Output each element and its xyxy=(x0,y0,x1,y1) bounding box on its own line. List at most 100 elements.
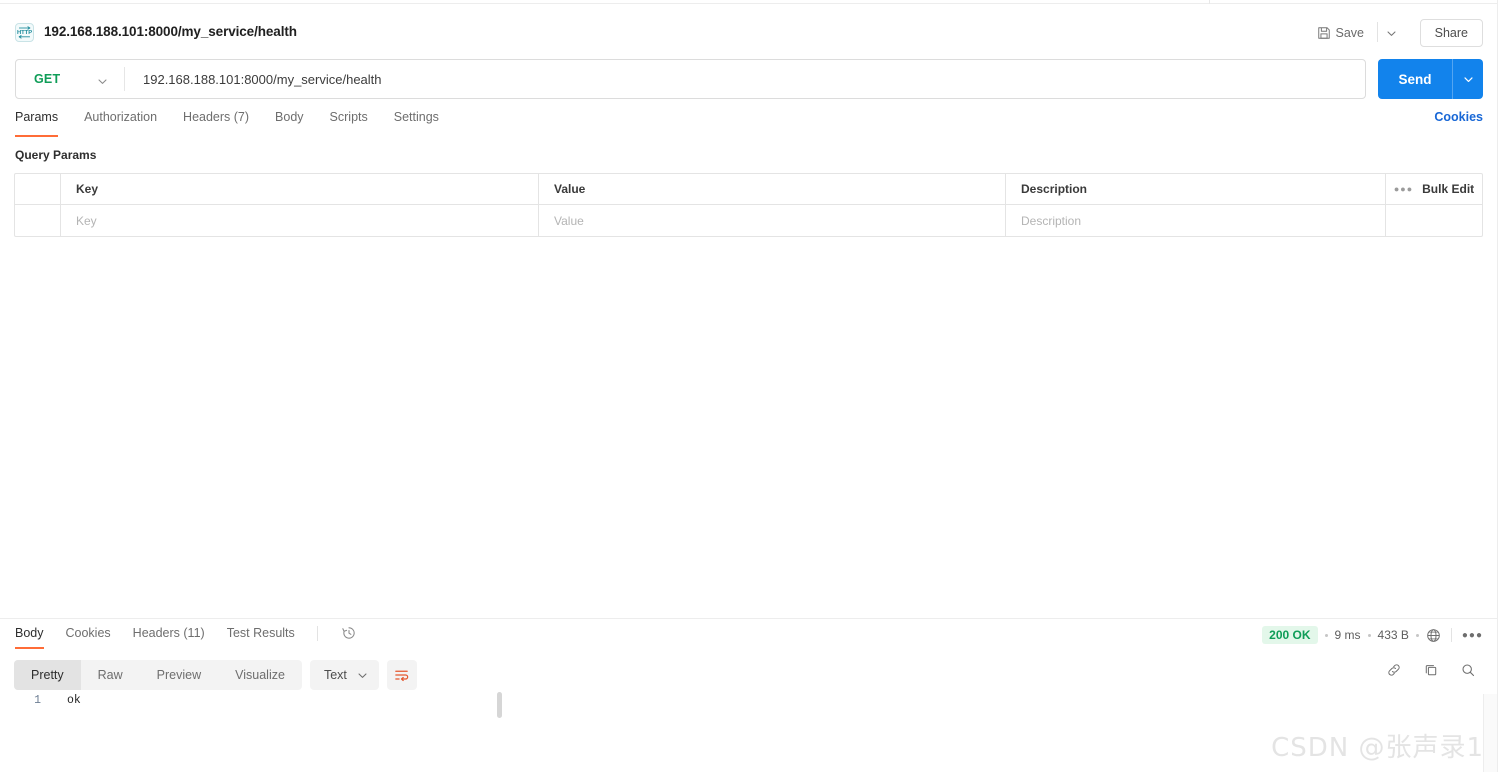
table-header-row: Key Value Description ●●● Bulk Edit xyxy=(15,174,1482,205)
tab-authorization-label: Authorization xyxy=(84,110,158,124)
response-pane-divider xyxy=(0,618,1498,619)
meta-separator-dot xyxy=(1324,633,1328,637)
query-params-table: Key Value Description ●●● Bulk Edit Key … xyxy=(14,173,1483,237)
svg-text:HTTP: HTTP xyxy=(17,30,32,36)
postman-request-window: HTTP 192.168.188.101:8000/my_service/hea… xyxy=(0,0,1498,772)
url-input[interactable] xyxy=(125,60,1365,98)
tab-body[interactable]: Body xyxy=(275,110,304,137)
http-protocol-icon: HTTP xyxy=(15,23,34,42)
url-bar-row: GET Send xyxy=(15,59,1483,99)
view-mode-raw[interactable]: Raw xyxy=(81,660,140,690)
tab-strip-border xyxy=(0,3,1498,4)
tab-body-label: Body xyxy=(275,110,304,124)
row-checkbox-cell[interactable] xyxy=(15,205,61,236)
response-tab-headers-label: Headers (11) xyxy=(132,625,205,640)
cookies-link[interactable]: Cookies xyxy=(1434,110,1483,124)
tab-divider xyxy=(1209,0,1210,4)
request-tabs: Params Authorization Headers (7) Body Sc… xyxy=(0,110,1498,137)
save-button[interactable]: Save xyxy=(1317,21,1365,45)
view-mode-preview[interactable]: Preview xyxy=(140,660,218,690)
response-meta: 200 OK 9 ms 433 B ●●● xyxy=(1262,624,1483,646)
param-description-input[interactable]: Description xyxy=(1006,205,1386,236)
view-mode-pretty[interactable]: Pretty xyxy=(14,660,81,690)
tab-scripts-label: Scripts xyxy=(329,110,368,124)
copy-icon[interactable] xyxy=(1423,662,1439,678)
url-input-group: GET xyxy=(15,59,1366,99)
line-number: 1 xyxy=(34,694,41,707)
param-value-input[interactable]: Value xyxy=(539,205,1006,236)
tab-params-label: Params xyxy=(15,110,59,124)
http-method-value: GET xyxy=(34,72,61,86)
save-divider xyxy=(1377,22,1378,42)
response-more-options-button[interactable]: ●●● xyxy=(1462,630,1483,641)
bulk-edit-label: Bulk Edit xyxy=(1422,182,1475,196)
meta-separator-dot xyxy=(1367,633,1371,637)
more-options-icon: ●●● xyxy=(1393,184,1414,194)
response-body-toolbar: Pretty Raw Preview Visualize Text xyxy=(14,660,417,690)
table-row: Key Value Description xyxy=(15,205,1482,236)
tab-settings[interactable]: Settings xyxy=(394,110,439,137)
line-text: ok xyxy=(67,694,81,707)
response-tabs-divider xyxy=(316,625,318,641)
row-actions-cell xyxy=(1386,205,1482,236)
save-icon xyxy=(1317,27,1330,39)
chevron-down-icon xyxy=(1463,76,1473,82)
tab-headers-label: Headers (7) xyxy=(183,110,250,124)
chevron-down-icon xyxy=(1386,30,1396,36)
column-header-key: Key xyxy=(61,174,539,204)
code-line: 1 ok xyxy=(0,694,1483,714)
tab-params[interactable]: Params xyxy=(15,110,59,137)
send-options-button[interactable] xyxy=(1453,74,1483,85)
response-tab-cookies[interactable]: Cookies xyxy=(66,626,111,649)
tab-scripts[interactable]: Scripts xyxy=(330,110,368,137)
vertical-scrollbar[interactable] xyxy=(1483,694,1498,772)
send-button[interactable]: Send xyxy=(1378,59,1483,99)
active-request-tab[interactable] xyxy=(1135,0,1209,4)
request-name: 192.168.188.101:8000/my_service/health xyxy=(44,24,297,39)
send-label: Send xyxy=(1398,71,1432,87)
column-header-value: Value xyxy=(539,174,1006,204)
network-globe-icon[interactable] xyxy=(1426,628,1441,643)
tab-strip xyxy=(0,0,1498,4)
response-tab-cookies-label: Cookies xyxy=(65,625,111,640)
request-title-row: HTTP 192.168.188.101:8000/my_service/hea… xyxy=(0,6,1498,48)
response-tab-headers[interactable]: Headers (11) xyxy=(133,626,205,649)
chevron-down-icon xyxy=(357,670,368,681)
search-icon[interactable] xyxy=(1460,662,1476,678)
bulk-edit-button[interactable]: ●●● Bulk Edit xyxy=(1386,174,1482,204)
column-header-description: Description xyxy=(1006,174,1386,204)
select-all-cell xyxy=(15,174,61,204)
response-tab-body[interactable]: Body xyxy=(15,626,44,649)
horizontal-scrollbar-thumb[interactable] xyxy=(497,692,502,718)
meta-separator-dot xyxy=(1415,633,1419,637)
response-time: 9 ms xyxy=(1334,628,1361,642)
meta-divider xyxy=(1450,628,1452,642)
response-format-select[interactable]: Text xyxy=(309,660,379,690)
share-button[interactable]: Share xyxy=(1419,19,1483,47)
response-tab-test-results[interactable]: Test Results xyxy=(227,626,295,649)
view-mode-segmented-control: Pretty Raw Preview Visualize xyxy=(14,660,302,690)
status-badge: 200 OK xyxy=(1262,626,1318,644)
wrap-text-icon xyxy=(393,667,410,684)
http-method-select[interactable]: GET xyxy=(16,60,124,98)
tab-authorization[interactable]: Authorization xyxy=(84,110,157,137)
history-icon[interactable] xyxy=(341,625,357,641)
response-format-value: Text xyxy=(323,668,347,682)
link-icon[interactable] xyxy=(1386,662,1402,678)
response-tab-body-label: Body xyxy=(15,625,44,640)
tab-settings-label: Settings xyxy=(393,110,439,124)
share-label: Share xyxy=(1434,26,1468,40)
save-label: Save xyxy=(1335,26,1365,40)
chevron-down-icon xyxy=(97,74,108,92)
param-key-input[interactable]: Key xyxy=(61,205,539,236)
view-mode-visualize[interactable]: Visualize xyxy=(218,660,302,690)
wrap-text-button[interactable] xyxy=(386,660,417,690)
response-tabs: Body Cookies Headers (11) Test Results xyxy=(15,624,357,650)
tab-headers[interactable]: Headers (7) xyxy=(183,110,249,137)
response-size: 433 B xyxy=(1377,628,1409,642)
query-params-title: Query Params xyxy=(15,148,97,162)
response-body-tools xyxy=(1386,662,1476,678)
response-tab-test-results-label: Test Results xyxy=(226,625,295,640)
response-body-content[interactable]: 1 ok xyxy=(0,694,1483,772)
save-options-button[interactable] xyxy=(1380,21,1402,45)
